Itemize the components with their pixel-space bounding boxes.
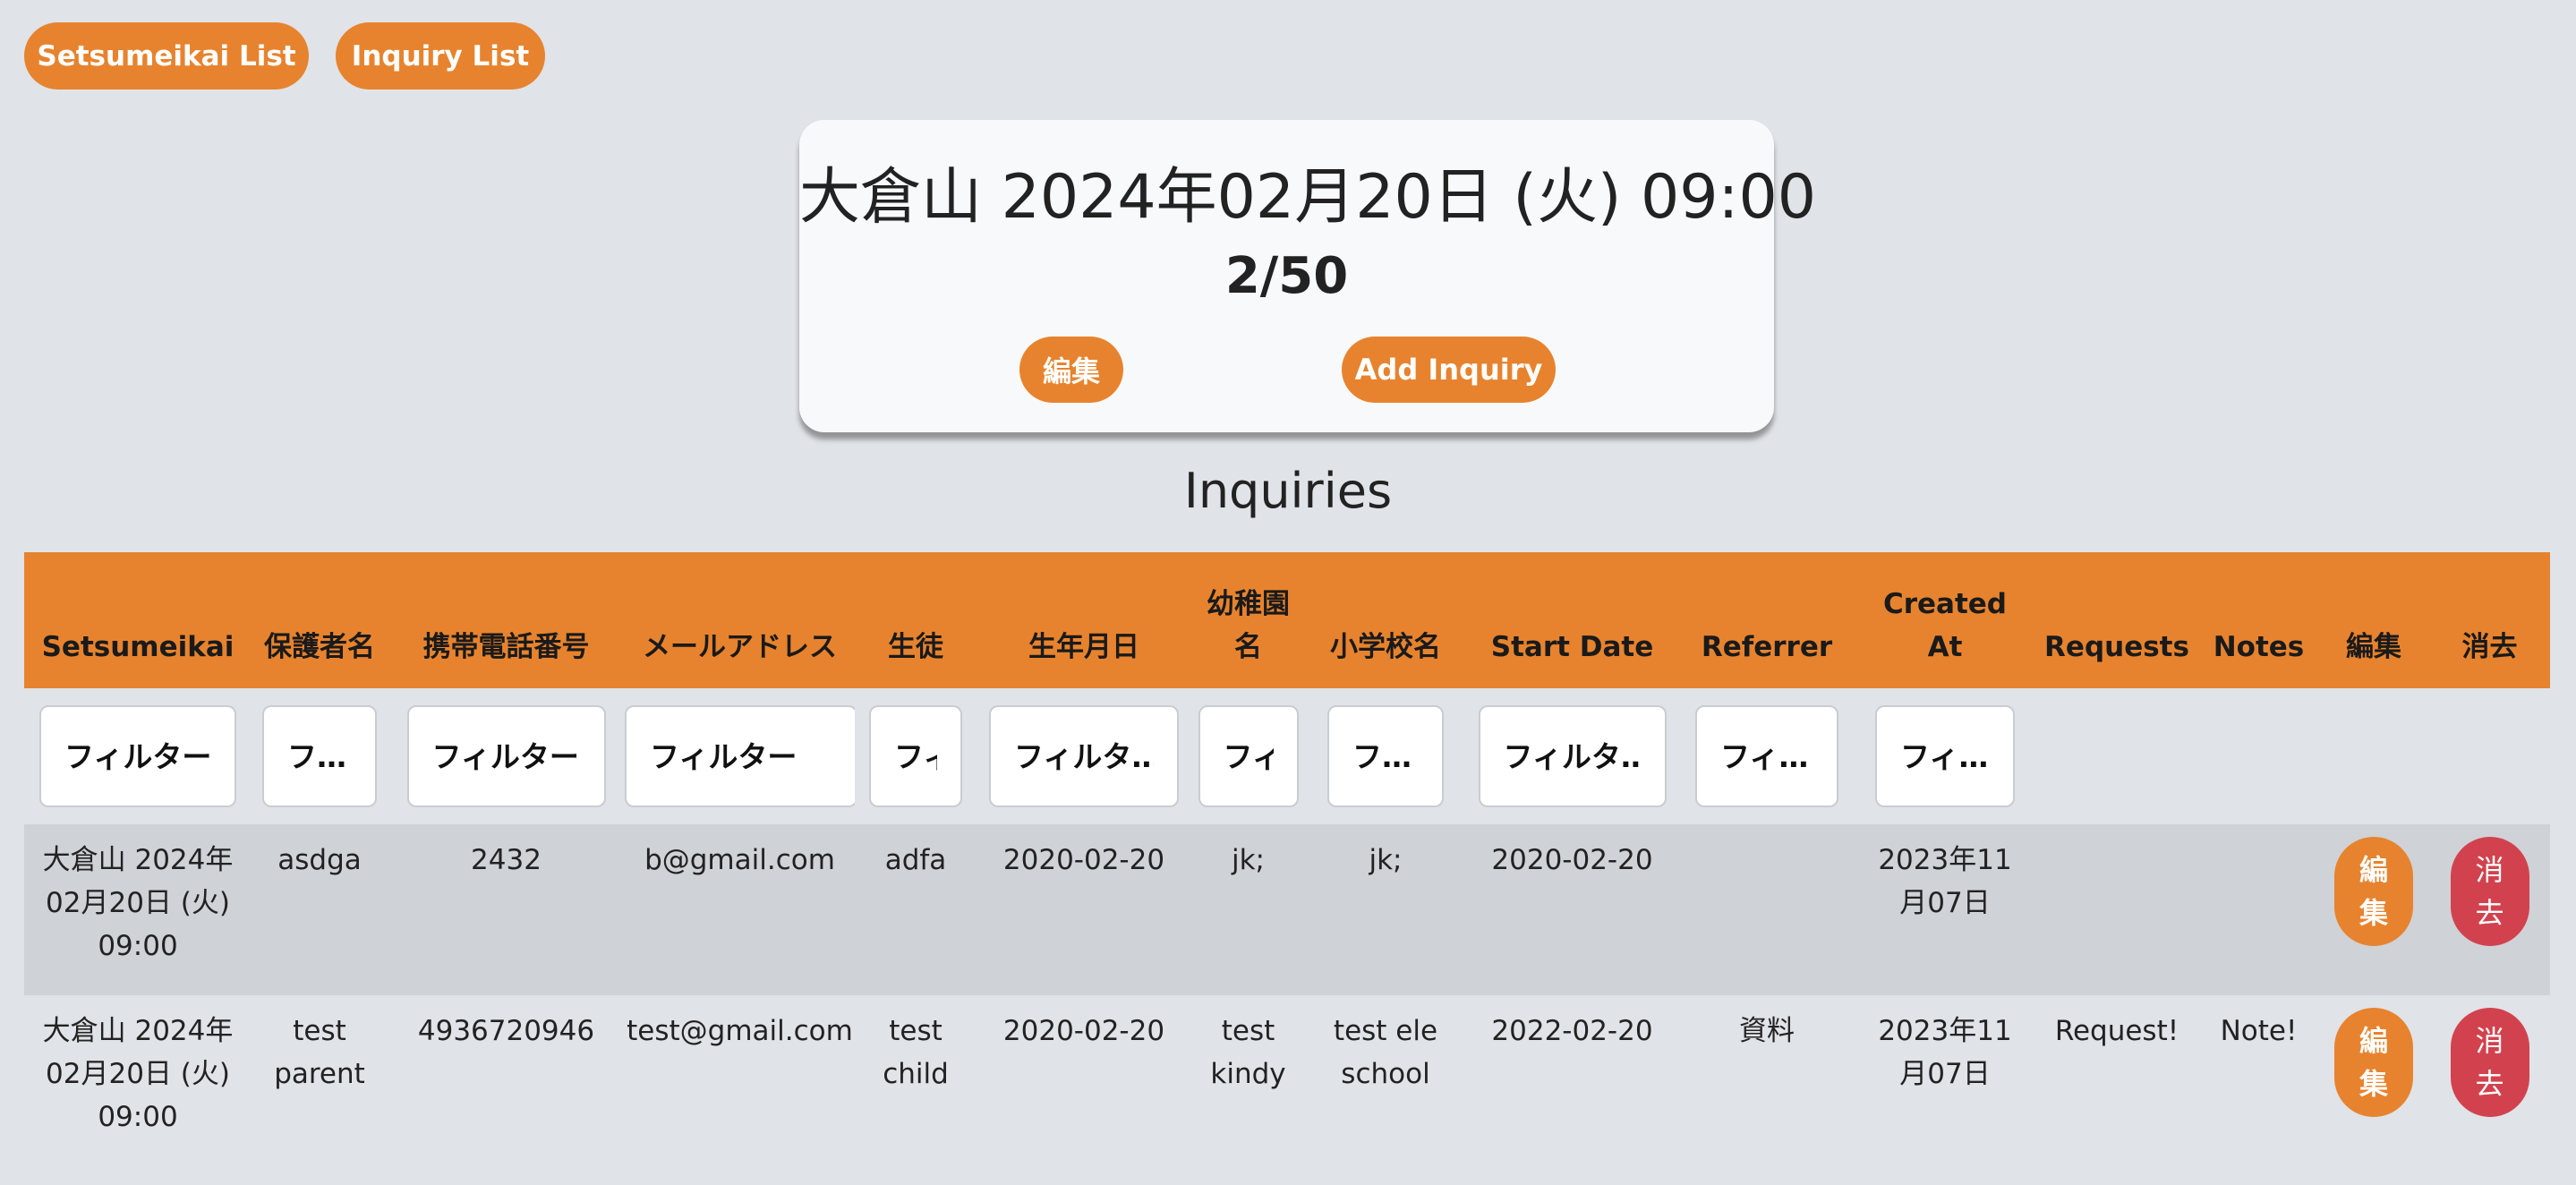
start-date-cell: 2020-02-20 (1466, 824, 1678, 995)
delete-inquiry-button[interactable]: 消去 (2450, 837, 2529, 946)
filter-mobile-input[interactable] (406, 705, 606, 807)
delete-cell: 消去 (2429, 995, 2550, 1185)
birthdate-cell: 2020-02-20 (977, 824, 1191, 995)
filter-referrer-input[interactable] (1695, 705, 1838, 807)
referrer-cell (1678, 824, 1855, 995)
inquiry-list-button[interactable]: Inquiry List (336, 22, 545, 90)
col-header-delete: 消去 (2429, 552, 2550, 688)
col-header-notes: Notes (2199, 552, 2318, 688)
email-link[interactable]: test@gmail.com (625, 995, 855, 1185)
table-row: 大倉山 2024年 02月20日 (火) 09:00 asdga 2432 b@gm… (24, 824, 2550, 995)
col-header-start-date[interactable]: Start Date (1466, 552, 1678, 688)
capacity-count: 2/50 (1224, 247, 1349, 305)
guardian-name-cell: asdga (252, 824, 388, 995)
created-at-cell: 2023年11 月07日 (1855, 824, 2034, 995)
filter-start-date-input[interactable] (1478, 705, 1667, 807)
edit-cell: 編集 (2318, 824, 2429, 995)
col-header-student[interactable]: 生徒 (855, 552, 977, 688)
elementary-cell: test ele school (1305, 995, 1466, 1185)
event-card: 大倉山 2024年02月20日 (火) 09:00 2/50 編集 Add In… (799, 120, 1816, 432)
delete-cell: 消去 (2429, 824, 2550, 995)
email-link[interactable]: b@gmail.com (625, 824, 855, 995)
filter-birthdate-input[interactable] (989, 705, 1179, 807)
filter-student-input[interactable] (869, 705, 962, 807)
edit-event-button[interactable]: 編集 (1019, 337, 1123, 403)
mobile-cell: 4936720946 (388, 995, 625, 1185)
setsumeikai-link[interactable]: 大倉山 2024年 02月20日 (火) 09:00 (24, 824, 252, 995)
col-header-requests: Requests (2034, 552, 2199, 688)
filter-elementary-input[interactable] (1327, 705, 1444, 807)
col-header-mobile[interactable]: 携帯電話番号 (388, 552, 625, 688)
table-header-row: Setsumeikai 保護者名 携帯電話番号 メールアドレス 生徒 生年月日 … (24, 552, 2550, 688)
student-cell: adfa (855, 824, 977, 995)
col-header-guardian-name[interactable]: 保護者名 (252, 552, 388, 688)
guardian-name-cell: test parent (252, 995, 388, 1185)
col-header-elementary[interactable]: 小学校名 (1305, 552, 1466, 688)
add-inquiry-button[interactable]: Add Inquiry (1342, 337, 1556, 403)
edit-inquiry-button[interactable]: 編集 (2334, 1008, 2413, 1117)
col-header-setsumeikai[interactable]: Setsumeikai (24, 552, 252, 688)
inquiries-table: Setsumeikai 保護者名 携帯電話番号 メールアドレス 生徒 生年月日 … (24, 552, 2550, 1185)
setsumeikai-list-button[interactable]: Setsumeikai List (24, 22, 309, 90)
col-header-birthdate[interactable]: 生年月日 (977, 552, 1191, 688)
delete-inquiry-button[interactable]: 消去 (2450, 1008, 2529, 1117)
table-row: 大倉山 2024年 02月20日 (火) 09:00 test parent 4936… (24, 995, 2550, 1185)
filter-email-input[interactable] (625, 705, 857, 807)
filter-guardian-name-input[interactable] (262, 705, 377, 807)
referrer-cell: 資料 (1678, 995, 1855, 1185)
mobile-cell: 2432 (388, 824, 625, 995)
kindergarten-cell: test kindy (1191, 995, 1305, 1185)
filter-created-at-input[interactable] (1875, 705, 2015, 807)
inquiries-heading: Inquiries (1183, 463, 1393, 519)
event-title: 大倉山 2024年02月20日 (火) 09:00 (799, 162, 1816, 233)
elementary-cell: jk; (1305, 824, 1466, 995)
col-header-created-at[interactable]: Created At (1855, 552, 2034, 688)
created-at-cell: 2023年11 月07日 (1855, 995, 2034, 1185)
col-header-kindergarten[interactable]: 幼稚園名 (1191, 552, 1305, 688)
requests-cell (2034, 824, 2199, 995)
student-cell: test child (855, 995, 977, 1185)
notes-cell (2199, 824, 2318, 995)
birthdate-cell: 2020-02-20 (977, 995, 1191, 1185)
filter-kindergarten-input[interactable] (1198, 705, 1299, 807)
requests-cell: Request! (2034, 995, 2199, 1185)
kindergarten-cell: jk; (1191, 824, 1305, 995)
setsumeikai-link[interactable]: 大倉山 2024年 02月20日 (火) 09:00 (24, 995, 252, 1185)
col-header-email[interactable]: メールアドレス (625, 552, 855, 688)
edit-cell: 編集 (2318, 995, 2429, 1185)
start-date-cell: 2022-02-20 (1466, 995, 1678, 1185)
filter-setsumeikai-input[interactable] (39, 705, 236, 807)
notes-cell: Note! (2199, 995, 2318, 1185)
filter-row (24, 688, 2550, 824)
col-header-referrer[interactable]: Referrer (1678, 552, 1855, 688)
col-header-edit: 編集 (2318, 552, 2429, 688)
edit-inquiry-button[interactable]: 編集 (2334, 837, 2413, 946)
